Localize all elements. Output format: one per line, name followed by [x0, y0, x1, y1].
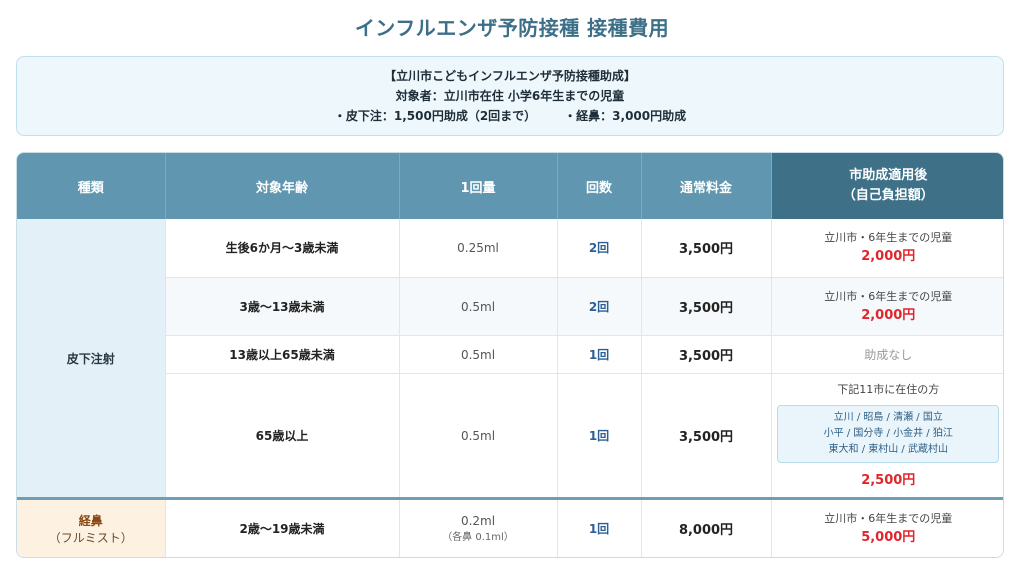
table-row: 65歳以上 0.5ml 1回 3,500円 下記11市に在住の方 立川 / 昭島…	[17, 373, 1003, 501]
cell-age: 65歳以上	[165, 373, 400, 501]
cell-times: 1回	[557, 498, 642, 557]
no-subsidy-text: 助成なし	[864, 348, 913, 363]
eligible-cities-box: 立川 / 昭島 / 清瀬 / 国立 小平 / 国分寺 / 小金井 / 狛江 東大…	[777, 404, 1000, 463]
subsidized-price: 5,000円	[861, 529, 916, 545]
table-row: 皮下注射 生後6か月～3歳未満 0.25ml 2回 3,500円 立川市・6年生…	[17, 219, 1003, 501]
header-after-subsidy: 市助成適用後 （自己負担額）	[771, 153, 1003, 219]
cell-times: 2回	[557, 277, 642, 337]
cell-fee: 3,500円	[641, 219, 772, 278]
cell-age: 2歳～19歳未満	[165, 498, 400, 557]
header-times: 回数	[557, 153, 642, 219]
header-after-subsidy-line1: 市助成適用後	[849, 168, 928, 183]
dose-value: 0.2ml	[460, 514, 496, 529]
cell-after-subsidy: 立川市・6年生までの児童 5,000円	[771, 499, 1003, 557]
subsidy-info-box: 【立川市こどもインフルエンザ予防接種助成】 対象者：立川市在住 小学6年生までの…	[16, 56, 1004, 136]
header-fee: 通常料金	[641, 153, 772, 219]
kind-nasal-sublabel: （フルミスト）	[48, 530, 133, 545]
cell-age: 3歳～13歳未満	[165, 277, 400, 337]
table-header-row: 種類 対象年齢 1回量 回数 通常料金 市助成適用後 （自己負担額）	[17, 153, 1003, 219]
subsidy-note: 立川市・6年生までの児童	[824, 230, 953, 244]
table-row: 経鼻 （フルミスト） 2歳～19歳未満 0.2ml （各鼻 0.1ml） 1回 …	[17, 498, 1003, 557]
cell-age: 生後6か月～3歳未満	[165, 219, 400, 278]
cell-fee: 3,500円	[641, 373, 772, 501]
subsidized-price: 2,000円	[861, 248, 916, 264]
cell-dose: 0.5ml	[399, 373, 558, 501]
cell-after-subsidy: 下記11市に在住の方 立川 / 昭島 / 清瀬 / 国立 小平 / 国分寺 / …	[771, 373, 1003, 501]
cell-fee: 3,500円	[641, 277, 772, 337]
page-title: インフルエンザ予防接種 接種費用	[354, 16, 670, 40]
info-heading: 【立川市こどもインフルエンザ予防接種助成】	[384, 69, 636, 83]
cell-fee: 8,000円	[641, 498, 772, 557]
cell-dose: 0.5ml	[399, 277, 558, 337]
cities-line: 東大和 / 東村山 / 武蔵村山	[828, 443, 948, 455]
kind-nasal-label: 経鼻	[78, 513, 103, 528]
header-kind: 種類	[17, 153, 166, 219]
cell-after-subsidy: 立川市・6年生までの児童 2,000円	[771, 277, 1003, 337]
fee-table-wrapper: 種類 対象年齢 1回量 回数 通常料金 市助成適用後 （自己負担額） 皮下注射 生…	[16, 152, 1004, 558]
table-row: 3歳～13歳未満 0.5ml 2回 3,500円 立川市・6年生までの児童 2,…	[17, 277, 1003, 337]
cell-times: 1回	[557, 335, 642, 375]
subsidized-price: 2,000円	[861, 307, 916, 323]
dose-sub: （各鼻 0.1ml）	[442, 532, 514, 544]
info-target: 対象者：立川市在住 小学6年生までの児童	[395, 89, 625, 103]
cell-times: 1回	[557, 373, 642, 501]
info-nasal: ・経鼻：3,000円助成	[564, 109, 687, 123]
cell-times: 2回	[557, 219, 642, 278]
cell-dose: 0.2ml （各鼻 0.1ml）	[399, 498, 558, 557]
table-row: 13歳以上65歳未満 0.5ml 1回 3,500円 助成なし	[17, 335, 1003, 375]
header-dose: 1回量	[399, 153, 558, 219]
kind-subcutaneous: 皮下注射	[17, 219, 166, 501]
cell-after-subsidy: 助成なし	[771, 335, 1003, 375]
subsidized-price: 2,500円	[861, 472, 916, 488]
cell-dose: 0.25ml	[399, 219, 558, 278]
cities-line: 立川 / 昭島 / 清瀬 / 国立	[833, 411, 943, 423]
subsidy-note: 立川市・6年生までの児童	[824, 511, 953, 525]
cities-line: 小平 / 国分寺 / 小金井 / 狛江	[823, 427, 953, 439]
header-after-subsidy-line2: （自己負担額）	[842, 188, 934, 203]
info-amounts: ・皮下注：1,500円助成（2回まで） ・経鼻：3,000円助成	[17, 106, 1003, 126]
cell-age: 13歳以上65歳未満	[165, 335, 400, 375]
subsidy-note: 下記11市に在住の方	[837, 382, 940, 396]
kind-nasal: 経鼻 （フルミスト）	[17, 498, 166, 557]
info-subcutaneous: ・皮下注：1,500円助成（2回まで）	[333, 109, 537, 123]
cell-dose: 0.5ml	[399, 335, 558, 375]
header-age: 対象年齢	[165, 153, 400, 219]
cell-fee: 3,500円	[641, 335, 772, 375]
cell-after-subsidy: 立川市・6年生までの児童 2,000円	[771, 219, 1003, 278]
subsidy-note: 立川市・6年生までの児童	[824, 289, 953, 303]
fee-table: 種類 対象年齢 1回量 回数 通常料金 市助成適用後 （自己負担額） 皮下注射 生…	[17, 153, 1003, 557]
